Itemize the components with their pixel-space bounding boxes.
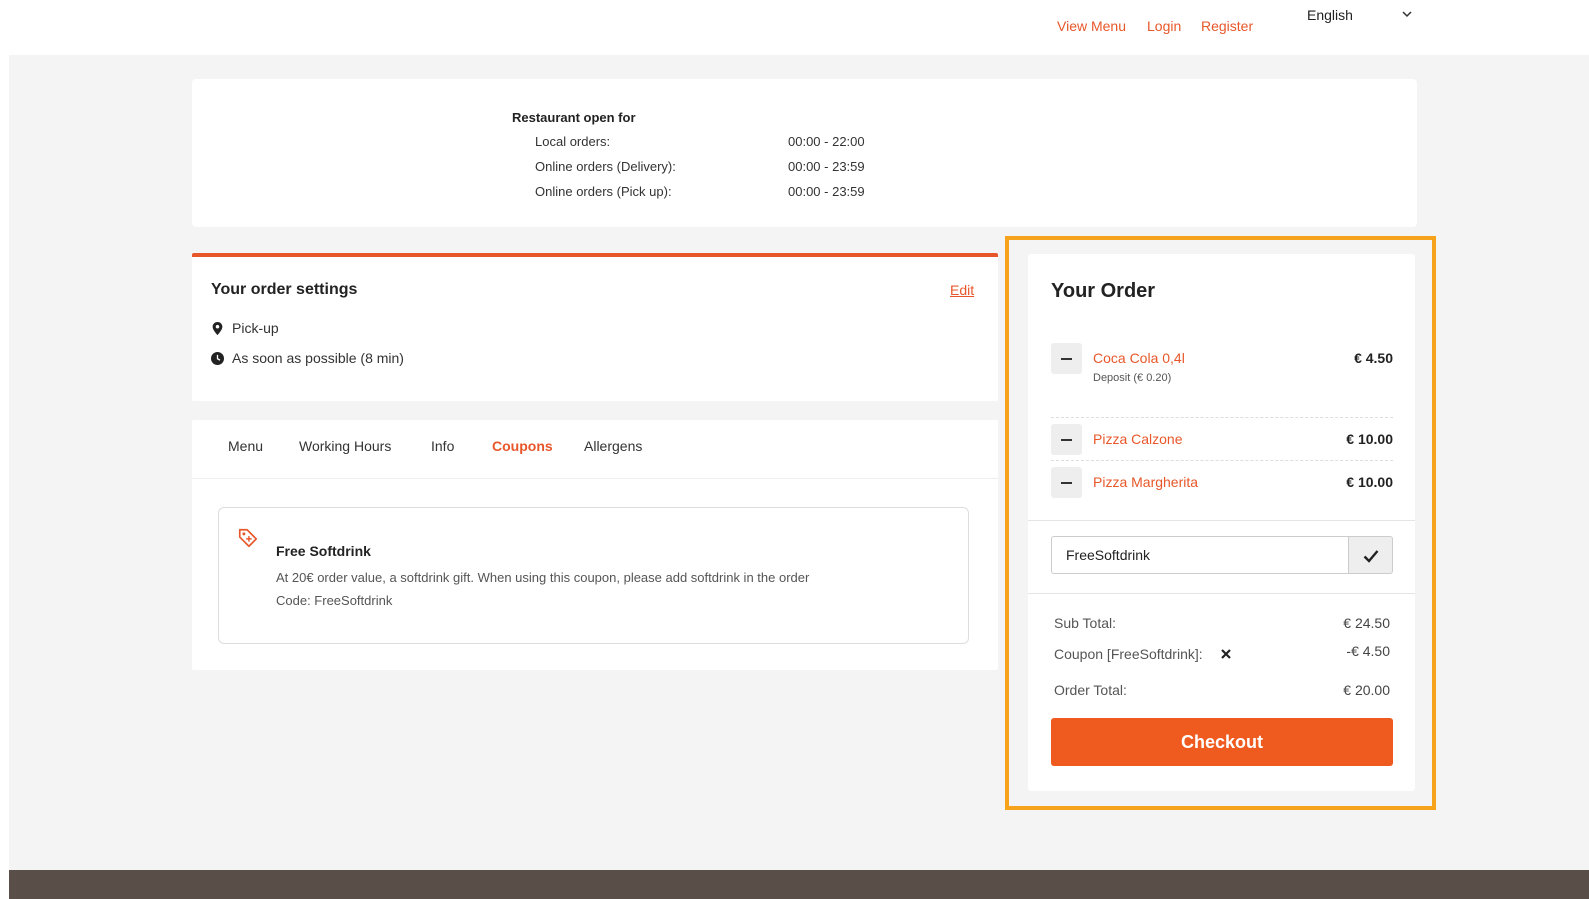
checkmark-icon: [1363, 550, 1379, 563]
coupon-discount-label: Coupon [FreeSoftdrink]:: [1054, 646, 1203, 662]
order-divider: [1028, 593, 1415, 594]
pickup-setting: Pick-up: [211, 320, 279, 336]
subtotal-value: € 24.50: [1343, 615, 1390, 631]
coupon-tag-icon: [238, 528, 258, 548]
hours-value-delivery: 00:00 - 23:59: [788, 159, 865, 174]
decrease-pizza-calzone-button[interactable]: [1051, 424, 1082, 455]
coupon-title: Free Softdrink: [276, 543, 371, 559]
order-item-price: € 10.00: [1346, 474, 1393, 490]
coupon-description: At 20€ order value, a softdrink gift. Wh…: [276, 570, 810, 585]
top-navigation-bar: View Menu Login Register English: [0, 0, 1589, 55]
login-link[interactable]: Login: [1147, 18, 1181, 34]
time-label: As soon as possible (8 min): [232, 350, 404, 366]
apply-coupon-button[interactable]: [1348, 536, 1393, 574]
coupon-code: Code: FreeSoftdrink: [276, 593, 393, 608]
order-item-price: € 10.00: [1346, 431, 1393, 447]
location-pin-icon: [212, 321, 223, 335]
order-item-pizza-calzone[interactable]: Pizza Calzone: [1093, 431, 1183, 447]
hours-label-local: Local orders:: [535, 134, 611, 149]
tab-info[interactable]: Info: [431, 438, 454, 454]
register-link[interactable]: Register: [1201, 18, 1253, 34]
clock-icon: [211, 351, 224, 365]
order-item-price: € 4.50: [1354, 350, 1393, 366]
order-divider: [1028, 520, 1415, 521]
item-divider: [1051, 417, 1393, 418]
tab-coupons[interactable]: Coupons: [492, 438, 553, 454]
order-total-label: Order Total:: [1054, 682, 1127, 698]
tab-working-hours[interactable]: Working Hours: [299, 438, 391, 454]
checkout-button[interactable]: Checkout: [1051, 718, 1393, 766]
language-select[interactable]: English: [1307, 7, 1425, 29]
subtotal-label: Sub Total:: [1054, 615, 1117, 631]
tab-menu[interactable]: Menu: [228, 438, 263, 454]
edit-settings-link[interactable]: Edit: [950, 282, 974, 298]
opening-hours-title: Restaurant open for: [512, 110, 636, 125]
hours-label-delivery: Online orders (Delivery):: [535, 159, 676, 174]
order-settings-card: [192, 253, 998, 401]
hours-value-local: 00:00 - 22:00: [788, 134, 865, 149]
decrease-pizza-margherita-button[interactable]: [1051, 467, 1082, 498]
order-total-value: € 20.00: [1343, 682, 1390, 698]
coupon-code-input[interactable]: [1051, 536, 1349, 574]
hours-label-pickup: Online orders (Pick up):: [535, 184, 672, 199]
tab-allergens[interactable]: Allergens: [584, 438, 642, 454]
pickup-label: Pick-up: [232, 320, 279, 336]
order-item-coca-cola[interactable]: Coca Cola 0,4l: [1093, 350, 1185, 366]
time-setting: As soon as possible (8 min): [211, 350, 404, 366]
opening-hours-card: [192, 79, 1417, 227]
hours-value-pickup: 00:00 - 23:59: [788, 184, 865, 199]
coupon-discount-value: -€ 4.50: [1346, 643, 1390, 659]
language-value: English: [1307, 7, 1353, 23]
remove-coupon-icon[interactable]: [1220, 648, 1232, 660]
view-menu-link[interactable]: View Menu: [1057, 18, 1126, 34]
chevron-down-icon: [1402, 11, 1412, 18]
decrease-coca-cola-button[interactable]: [1051, 343, 1082, 374]
order-card: [1028, 254, 1415, 791]
footer-bar: [9, 870, 1589, 899]
order-title: Your Order: [1051, 280, 1156, 302]
deposit-note: Deposit (€ 0.20): [1093, 372, 1172, 384]
order-item-pizza-margherita[interactable]: Pizza Margherita: [1093, 474, 1198, 490]
order-settings-title: Your order settings: [211, 281, 358, 298]
item-divider: [1051, 460, 1393, 461]
